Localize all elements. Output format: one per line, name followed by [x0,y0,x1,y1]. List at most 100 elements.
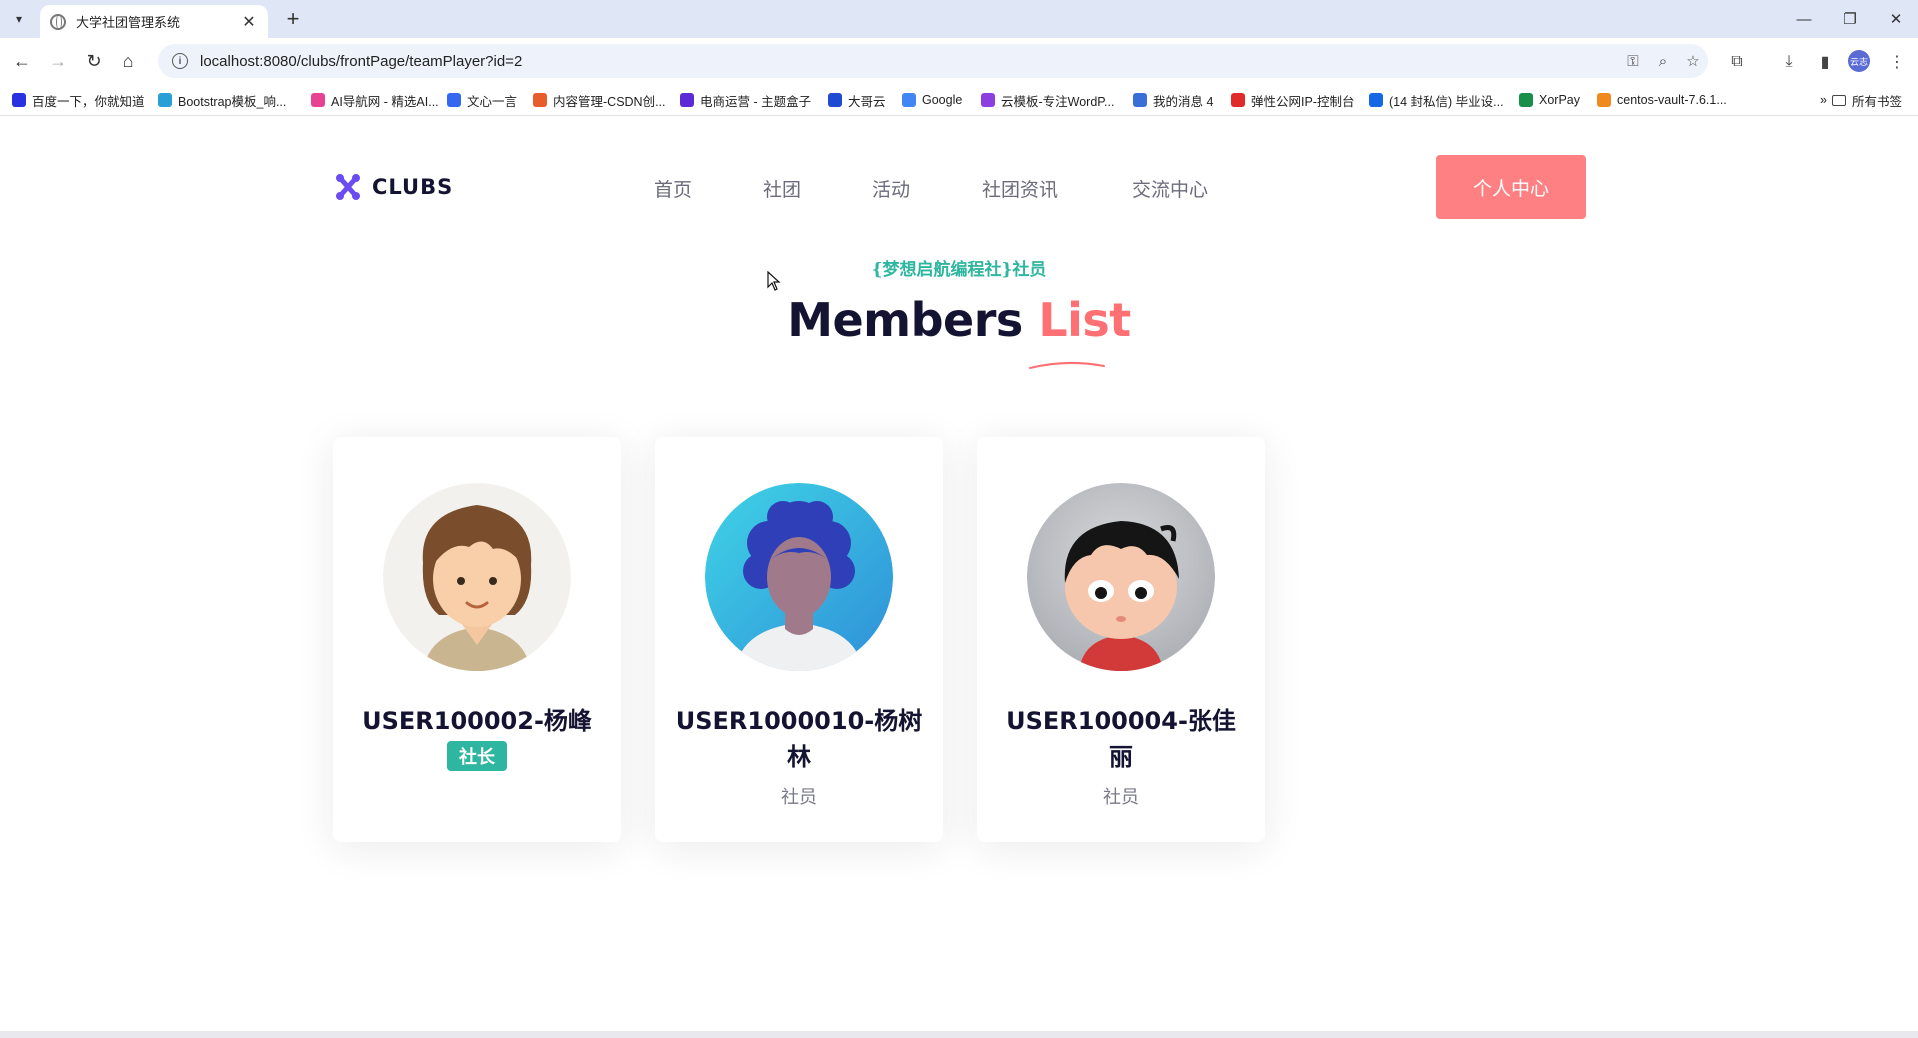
bookmark-item[interactable]: 云模板-专注WordP... [981,91,1114,109]
cloud-badge-icon [828,93,842,107]
bookmark-label: Google [922,93,963,107]
member-role-label: 社员 [1103,787,1139,808]
boy-brown-hair-avatar [383,483,571,671]
browser-toolbar: ← → ↻ ⌂ i localhost:8080/clubs/frontPage… [0,38,1918,84]
cube-icon [447,93,461,107]
back-arrow-icon[interactable]: ← [8,47,36,75]
heading-main: Members [787,293,1023,347]
bookmark-label: XorPay [1539,93,1580,107]
browser-menu-icon[interactable]: ⋮ [1884,49,1910,75]
google-icon [902,93,916,107]
bookmark-star-icon[interactable]: ☆ [1678,52,1708,70]
tab-search-chevron-icon[interactable]: ▾ [6,6,32,32]
bookmark-label: 大哥云 [848,94,886,109]
browser-tab-strip: ▾ 大学社团管理系统 ✕ + — ❐ ✕ [0,0,1918,38]
bookmark-label: AI导航网 - 精选AI... [331,94,439,109]
personal-center-button[interactable]: 个人中心 [1436,155,1586,219]
nav-link-home[interactable]: 首页 [654,175,692,202]
ai-icon [311,93,325,107]
page-content: CLUBS 首页 社团 活动 社团资讯 交流中心 个人中心 {梦想启航编程社}社… [0,117,1918,1031]
bookmark-label: 百度一下，你就知道 [32,94,145,109]
bookmark-item[interactable]: Bootstrap模板_响... [158,91,286,109]
forward-arrow-icon[interactable]: → [44,47,72,75]
bookmarks-bar: » 所有书签 百度一下，你就知道 Bootstrap模板_响... AI导航网 - … [0,84,1918,116]
nav-link-community[interactable]: 交流中心 [1132,175,1208,202]
huawei-icon [1231,93,1245,107]
profile-avatar[interactable]: 云志 [1848,50,1870,72]
bookmark-item[interactable]: (14 封私信) 毕业设... [1369,91,1504,109]
member-name: USER100002-杨峰 [362,707,592,735]
all-bookmarks-folder[interactable]: 所有书签 [1832,91,1902,109]
globe-icon [50,13,66,30]
browser-tab-active[interactable]: 大学社团管理系统 ✕ [40,5,268,38]
cloud-icon [158,93,172,107]
shield-icon [680,93,694,107]
member-name: USER100004-张佳丽 [1006,707,1236,771]
member-role-label: 社员 [781,787,817,808]
download-icon[interactable]: ⤓ [1776,49,1802,75]
member-name: USER1000010-杨树林 [675,707,923,771]
member-card[interactable]: USER100004-张佳丽 社员 [977,437,1265,842]
bookmark-label: centos-vault-7.6.1... [1617,93,1727,107]
heading-underline-decoration [1029,361,1105,369]
bookmark-item[interactable]: 弹性公网IP-控制台 [1231,91,1354,109]
zoom-icon[interactable]: ⌕ [1648,53,1678,70]
bookmark-item[interactable]: 大哥云 [828,91,886,109]
swirl-icon [981,93,995,107]
bookmark-item[interactable]: Google [902,91,962,109]
tab-close-icon[interactable]: ✕ [240,12,258,32]
bookmark-item[interactable]: 内容管理-CSDN创... [533,91,666,109]
bookmark-item[interactable]: centos-vault-7.6.1... [1597,91,1727,109]
bookmark-label: 弹性公网IP-控制台 [1251,94,1355,109]
bookmark-label: 我的消息 4 [1153,94,1214,109]
close-window-icon[interactable]: ✕ [1876,4,1916,34]
bookmark-label: (14 封私信) 毕业设... [1389,94,1504,109]
member-card[interactable]: USER100002-杨峰 社长 [333,437,621,842]
bookmark-item[interactable]: 百度一下，你就知道 [12,91,145,109]
x-icon [1519,93,1533,107]
nav-link-activities[interactable]: 活动 [872,175,910,202]
folder-icon [1832,94,1846,106]
minimize-window-icon[interactable]: — [1784,4,1824,34]
bookmark-label: 云模板-专注WordP... [1001,94,1115,109]
cartoon-child-avatar [1027,483,1215,671]
heading-accent: List [1038,293,1131,347]
paw-icon [12,93,26,107]
logo-mark-icon [336,174,360,200]
bracket-icon [1597,93,1611,107]
curly-blue-hair-avatar [705,483,893,671]
nav-link-club-news[interactable]: 社团资讯 [982,175,1058,202]
extensions-icon[interactable]: ⧉ [1724,49,1750,75]
bookmark-label: 内容管理-CSDN创... [553,94,666,109]
bookmark-label: 电商运营 - 主题盒子 [700,94,812,109]
member-role-badge: 社长 [447,741,507,771]
zhihu-icon [1369,93,1383,107]
bookmark-item[interactable]: AI导航网 - 精选AI... [311,91,439,109]
site-logo[interactable]: CLUBS [334,171,453,203]
restore-window-icon[interactable]: ❐ [1830,4,1870,34]
new-tab-button[interactable]: + [280,6,306,32]
bookmark-more-icon[interactable]: » [1820,91,1827,109]
address-bar[interactable]: i localhost:8080/clubs/frontPage/teamPla… [158,44,1708,78]
mouse-cursor-icon [767,271,781,291]
section-heading: Members List [0,293,1918,347]
member-card[interactable]: USER1000010-杨树林 社员 [655,437,943,842]
reload-icon[interactable]: ↻ [80,47,108,75]
address-bar-url[interactable]: localhost:8080/clubs/frontPage/teamPlaye… [200,53,1618,70]
window-bottom-edge [0,1031,1918,1038]
logo-text: CLUBS [372,175,454,199]
bookmark-label: Bootstrap模板_响... [178,94,287,109]
tv-icon [1133,93,1147,107]
site-info-icon[interactable]: i [172,53,188,69]
bookmark-item[interactable]: 我的消息 4 [1133,91,1213,109]
key-icon[interactable]: ⚿ [1618,53,1648,70]
bookmark-item[interactable]: XorPay [1519,91,1580,109]
bookmark-item[interactable]: 文心一言 [447,91,517,109]
bookmark-label: 文心一言 [467,94,518,109]
nav-link-clubs[interactable]: 社团 [763,175,801,202]
section-subtitle: {梦想启航编程社}社员 [871,260,1047,280]
bookmark-item[interactable]: 电商运营 - 主题盒子 [680,91,811,109]
home-icon[interactable]: ⌂ [114,47,142,75]
csdn-icon [533,93,547,107]
side-panel-icon[interactable]: ▮ [1812,49,1838,75]
